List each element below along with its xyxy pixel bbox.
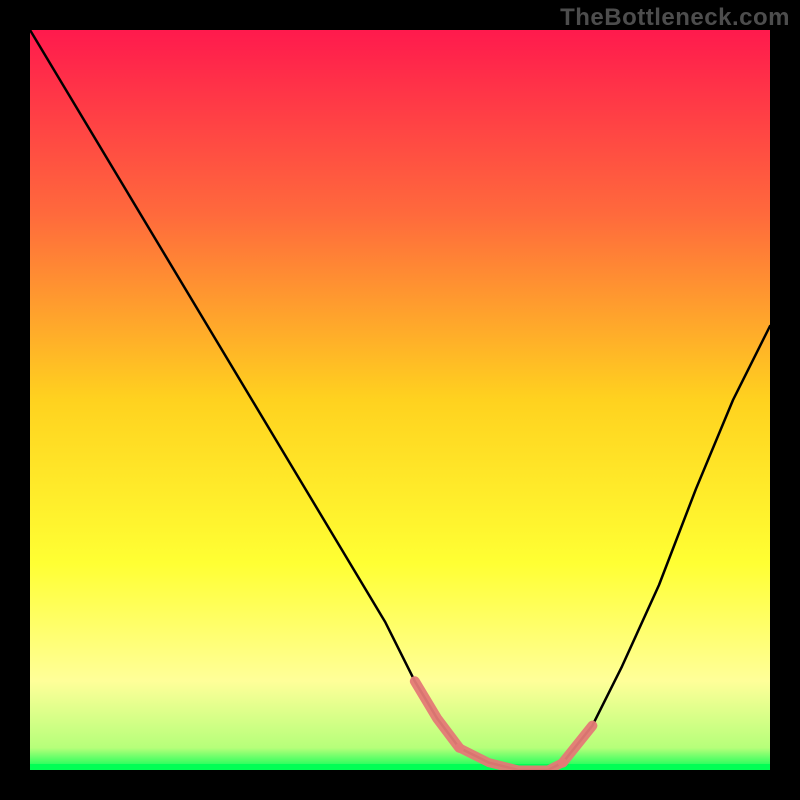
chart-svg bbox=[30, 30, 770, 770]
chart-frame: TheBottleneck.com bbox=[0, 0, 800, 800]
plot-area bbox=[30, 30, 770, 770]
chart-background bbox=[30, 30, 770, 770]
green-baseline bbox=[30, 764, 770, 770]
watermark-text: TheBottleneck.com bbox=[560, 4, 790, 32]
